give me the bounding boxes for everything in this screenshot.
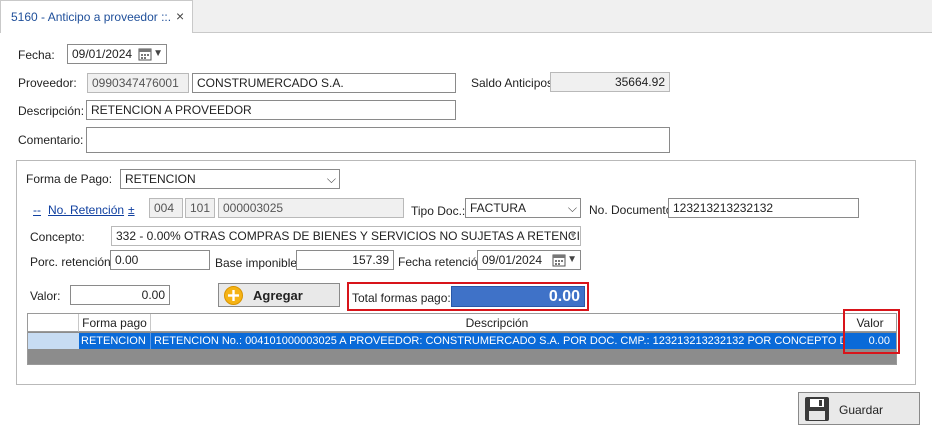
concepto-label: Concepto: xyxy=(30,230,85,244)
grid-header-indicator xyxy=(28,314,79,332)
no-documento-label: No. Documento: xyxy=(589,203,676,217)
tipo-doc-label: Tipo Doc.: xyxy=(411,204,466,218)
row-indicator[interactable] xyxy=(28,333,79,349)
descripcion-label: Descripción: xyxy=(18,104,85,118)
fecha-label: Fecha: xyxy=(18,48,55,62)
forma-pago-value: RETENCION xyxy=(125,172,196,186)
tipo-doc-select[interactable]: FACTURA ⌵ xyxy=(465,198,581,218)
fecha-value: 09/01/2024 xyxy=(72,47,133,61)
fecha-retencion-datepicker[interactable]: 09/01/2024 ▼ xyxy=(477,250,581,270)
forma-pago-select[interactable]: RETENCION ⌵ xyxy=(120,169,340,189)
chevron-down-icon[interactable]: ▼ xyxy=(569,227,577,245)
base-imponible-field[interactable]: 157.39 xyxy=(296,250,394,270)
proveedor-label: Proveedor: xyxy=(18,76,77,90)
concepto-value: 332 - 0.00% OTRAS COMPRAS DE BIENES Y SE… xyxy=(116,229,581,243)
forma-pago-label: Forma de Pago: xyxy=(26,172,113,186)
guardar-label: Guardar xyxy=(839,403,884,417)
concepto-select[interactable]: 332 - 0.00% OTRAS COMPRAS DE BIENES Y SE… xyxy=(111,226,581,246)
tab-title: 5160 - Anticipo a proveedor ::. xyxy=(11,10,172,24)
no-documento-field[interactable]: 123213213232132 xyxy=(668,198,859,218)
grid-cell-forma-pago[interactable]: RETENCION xyxy=(79,333,151,349)
fecha-datepicker[interactable]: 09/01/2024 ▼ xyxy=(67,44,167,64)
comentario-field[interactable] xyxy=(86,127,670,153)
floppy-disk-icon xyxy=(805,397,829,421)
total-formas-pago-label: Total formas pago: xyxy=(352,291,451,305)
grid-cell-descripcion[interactable]: RETENCION No.: 004101000003025 A PROVEED… xyxy=(151,333,844,349)
agregar-label: Agregar xyxy=(253,288,303,303)
add-circle-icon xyxy=(224,286,243,305)
add-retencion-link[interactable]: ± xyxy=(128,203,135,217)
valor-highlight-box xyxy=(843,309,900,354)
guardar-button[interactable]: Guardar xyxy=(798,392,920,425)
valor-label: Valor: xyxy=(30,289,61,303)
grid-header-descripcion[interactable]: Descripción xyxy=(151,314,844,332)
fecha-retencion-value: 09/01/2024 xyxy=(482,253,543,267)
calendar-icon[interactable] xyxy=(138,47,152,61)
comentario-label: Comentario: xyxy=(18,133,84,147)
porc-retencion-field[interactable]: 0.00 xyxy=(110,250,210,270)
proveedor-id-field[interactable]: 0990347476001 xyxy=(87,73,189,93)
chevron-down-icon[interactable]: ▼ xyxy=(567,251,577,269)
porc-retencion-label: Porc. retención: xyxy=(30,255,115,269)
total-formas-pago-field: 0.00 xyxy=(451,286,585,307)
saldo-anticipos-label: Saldo Anticipos: xyxy=(471,76,557,90)
descripcion-field[interactable]: RETENCION A PROVEEDOR xyxy=(86,100,456,120)
chevron-down-icon[interactable]: ⌵ xyxy=(568,199,577,217)
formas-pago-grid: Forma pago Descripción Valor RETENCION R… xyxy=(27,313,897,365)
retencion-serie2-field[interactable]: 101 xyxy=(185,198,215,218)
tipo-doc-value: FACTURA xyxy=(470,201,527,215)
proveedor-name-field[interactable]: CONSTRUMERCADO S.A. xyxy=(192,73,456,93)
chevron-down-icon[interactable]: ▼ xyxy=(153,45,163,63)
retencion-secuencial-field[interactable]: 000003025 xyxy=(218,198,404,218)
tab-anticipo-proveedor[interactable]: 5160 - Anticipo a proveedor ::. × xyxy=(0,0,193,34)
calendar-icon[interactable] xyxy=(552,253,566,267)
remove-retencion-link[interactable]: -- xyxy=(33,203,41,217)
chevron-down-icon[interactable]: ⌵ xyxy=(327,170,336,188)
saldo-anticipos-field: 35664.92 xyxy=(550,72,670,92)
grid-header-forma-pago[interactable]: Forma pago xyxy=(79,314,151,332)
fecha-retencion-label: Fecha retención: xyxy=(398,255,488,269)
no-retencion-link[interactable]: No. Retención xyxy=(48,203,124,217)
valor-field[interactable]: 0.00 xyxy=(70,285,170,305)
close-icon[interactable]: × xyxy=(176,8,184,24)
retencion-serie1-field[interactable]: 004 xyxy=(149,198,183,218)
agregar-button[interactable]: Agregar xyxy=(218,283,340,307)
base-imponible-label: Base imponible: xyxy=(215,256,301,270)
